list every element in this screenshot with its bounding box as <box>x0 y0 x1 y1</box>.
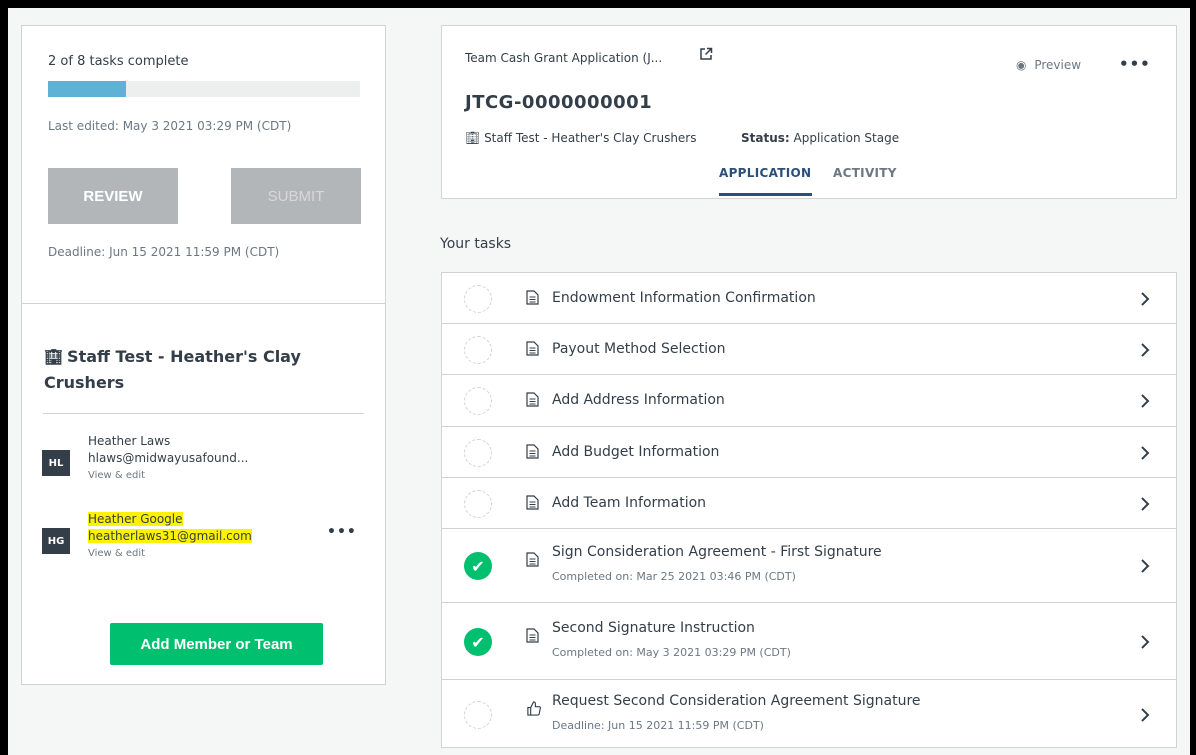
task-title: Add Team Information <box>552 495 707 511</box>
member-name: Heather Laws <box>88 434 171 448</box>
chevron-right-icon <box>1140 707 1150 728</box>
check-icon: ✔ <box>464 552 492 580</box>
member-more-button[interactable]: ••• <box>327 524 357 540</box>
progress-bar-fill <box>48 81 126 97</box>
task-title: Add Budget Information <box>552 444 720 460</box>
empty-circle-icon <box>464 387 492 415</box>
deadline-text: Deadline: Jun 15 2021 11:59 PM (CDT) <box>48 245 280 259</box>
task-row[interactable]: Request Second Consideration Agreement S… <box>442 680 1176 749</box>
team-name: Staff Test - Heather's Clay Crushers <box>484 131 697 145</box>
application-header: Team Cash Grant Application (J... ◉ Prev… <box>441 25 1177 199</box>
view-edit-link[interactable]: View & edit <box>88 470 145 481</box>
empty-circle-icon <box>464 285 492 313</box>
avatar: HG <box>42 528 70 554</box>
empty-circle-icon <box>464 490 492 518</box>
document-icon <box>526 290 539 309</box>
app-canvas: 2 of 8 tasks complete Last edited: May 3… <box>8 8 1190 755</box>
more-options-button[interactable]: ••• <box>1119 55 1151 73</box>
tasks-heading: Your tasks <box>440 236 512 252</box>
team-name: Staff Test - Heather's Clay Crushers <box>44 347 301 392</box>
task-row[interactable]: ✔ Second Signature Instruction Completed o… <box>442 603 1176 680</box>
document-icon <box>526 392 539 411</box>
task-subtext: Completed on: May 3 2021 03:29 PM (CDT) <box>552 646 791 659</box>
active-tab-indicator <box>719 193 812 196</box>
review-button[interactable]: REVIEW <box>48 168 178 224</box>
task-subtext: Deadline: Jun 15 2021 11:59 PM (CDT) <box>552 719 764 732</box>
eye-icon: ◉ <box>1016 58 1027 72</box>
building-icon: 🏢︎ <box>465 131 481 145</box>
team-label: 🏢︎ Staff Test - Heather's Clay Crushers <box>465 131 697 145</box>
task-row[interactable]: Add Budget Information <box>442 427 1176 478</box>
chevron-right-icon <box>1140 342 1150 363</box>
team-title: 🏢︎ Staff Test - Heather's Clay Crushers <box>44 344 364 396</box>
task-row[interactable]: Add Team Information <box>442 478 1176 529</box>
divider <box>22 303 385 304</box>
preview-label: Preview <box>1034 58 1082 72</box>
last-edited-text: Last edited: May 3 2021 03:29 PM (CDT) <box>48 119 292 133</box>
application-id: JTCG-0000000001 <box>465 92 653 113</box>
chevron-right-icon <box>1140 558 1150 579</box>
empty-circle-icon <box>464 336 492 364</box>
status-text: Status: Application Stage <box>741 131 899 145</box>
chevron-right-icon <box>1140 634 1150 655</box>
task-title: Second Signature Instruction <box>552 620 755 636</box>
task-title: Endowment Information Confirmation <box>552 290 816 306</box>
chevron-right-icon <box>1140 291 1150 312</box>
chevron-right-icon <box>1140 496 1150 517</box>
progress-text: 2 of 8 tasks complete <box>48 54 189 69</box>
task-subtext: Completed on: Mar 25 2021 03:46 PM (CDT) <box>552 570 796 583</box>
tab-activity[interactable]: ACTIVITY <box>833 166 897 180</box>
empty-circle-icon <box>464 439 492 467</box>
thumbs-up-icon <box>526 701 541 720</box>
member-item: HL Heather Laws hlaws@midwayusafound... … <box>42 434 372 490</box>
task-row[interactable]: Add Address Information <box>442 375 1176 427</box>
application-summary-panel: 2 of 8 tasks complete Last edited: May 3… <box>21 25 386 685</box>
status-value: Application Stage <box>793 131 900 145</box>
check-icon: ✔ <box>464 628 492 656</box>
progress-bar <box>48 81 360 97</box>
external-link-icon[interactable] <box>699 47 713 65</box>
task-title: Payout Method Selection <box>552 341 726 357</box>
task-title: Request Second Consideration Agreement S… <box>552 693 921 709</box>
application-name: Team Cash Grant Application (J... <box>465 51 663 65</box>
member-email: heatherlaws31@gmail.com <box>88 529 252 543</box>
submit-button[interactable]: SUBMIT <box>231 168 361 224</box>
task-row[interactable]: Endowment Information Confirmation <box>442 273 1176 324</box>
member-email-text: heatherlaws31@gmail.com <box>88 529 252 543</box>
add-member-button[interactable]: Add Member or Team <box>110 623 323 665</box>
avatar: HL <box>42 450 70 476</box>
preview-button[interactable]: ◉ Preview <box>1016 58 1081 72</box>
member-name-text: Heather Google <box>88 512 183 526</box>
status-label: Status: <box>741 131 790 145</box>
task-title: Add Address Information <box>552 392 725 408</box>
document-icon <box>526 444 539 463</box>
document-icon <box>526 495 539 514</box>
document-icon <box>526 341 539 360</box>
member-item: HG Heather Google heatherlaws31@gmail.co… <box>42 512 372 568</box>
chevron-right-icon <box>1140 445 1150 466</box>
task-row[interactable]: Payout Method Selection <box>442 324 1176 375</box>
divider <box>43 413 364 414</box>
task-row[interactable]: ✔ Sign Consideration Agreement - First Si… <box>442 529 1176 603</box>
task-title: Sign Consideration Agreement - First Sig… <box>552 544 882 560</box>
member-name: Heather Google <box>88 512 183 526</box>
building-icon: 🏢︎ <box>44 348 64 366</box>
document-icon <box>526 552 539 571</box>
empty-circle-icon <box>464 701 492 729</box>
chevron-right-icon <box>1140 393 1150 414</box>
view-edit-link[interactable]: View & edit <box>88 548 145 559</box>
member-email: hlaws@midwayusafound... <box>88 451 249 465</box>
document-icon <box>526 628 539 647</box>
task-list: Endowment Information Confirmation Payout… <box>441 272 1177 748</box>
tab-application[interactable]: APPLICATION <box>719 166 811 180</box>
